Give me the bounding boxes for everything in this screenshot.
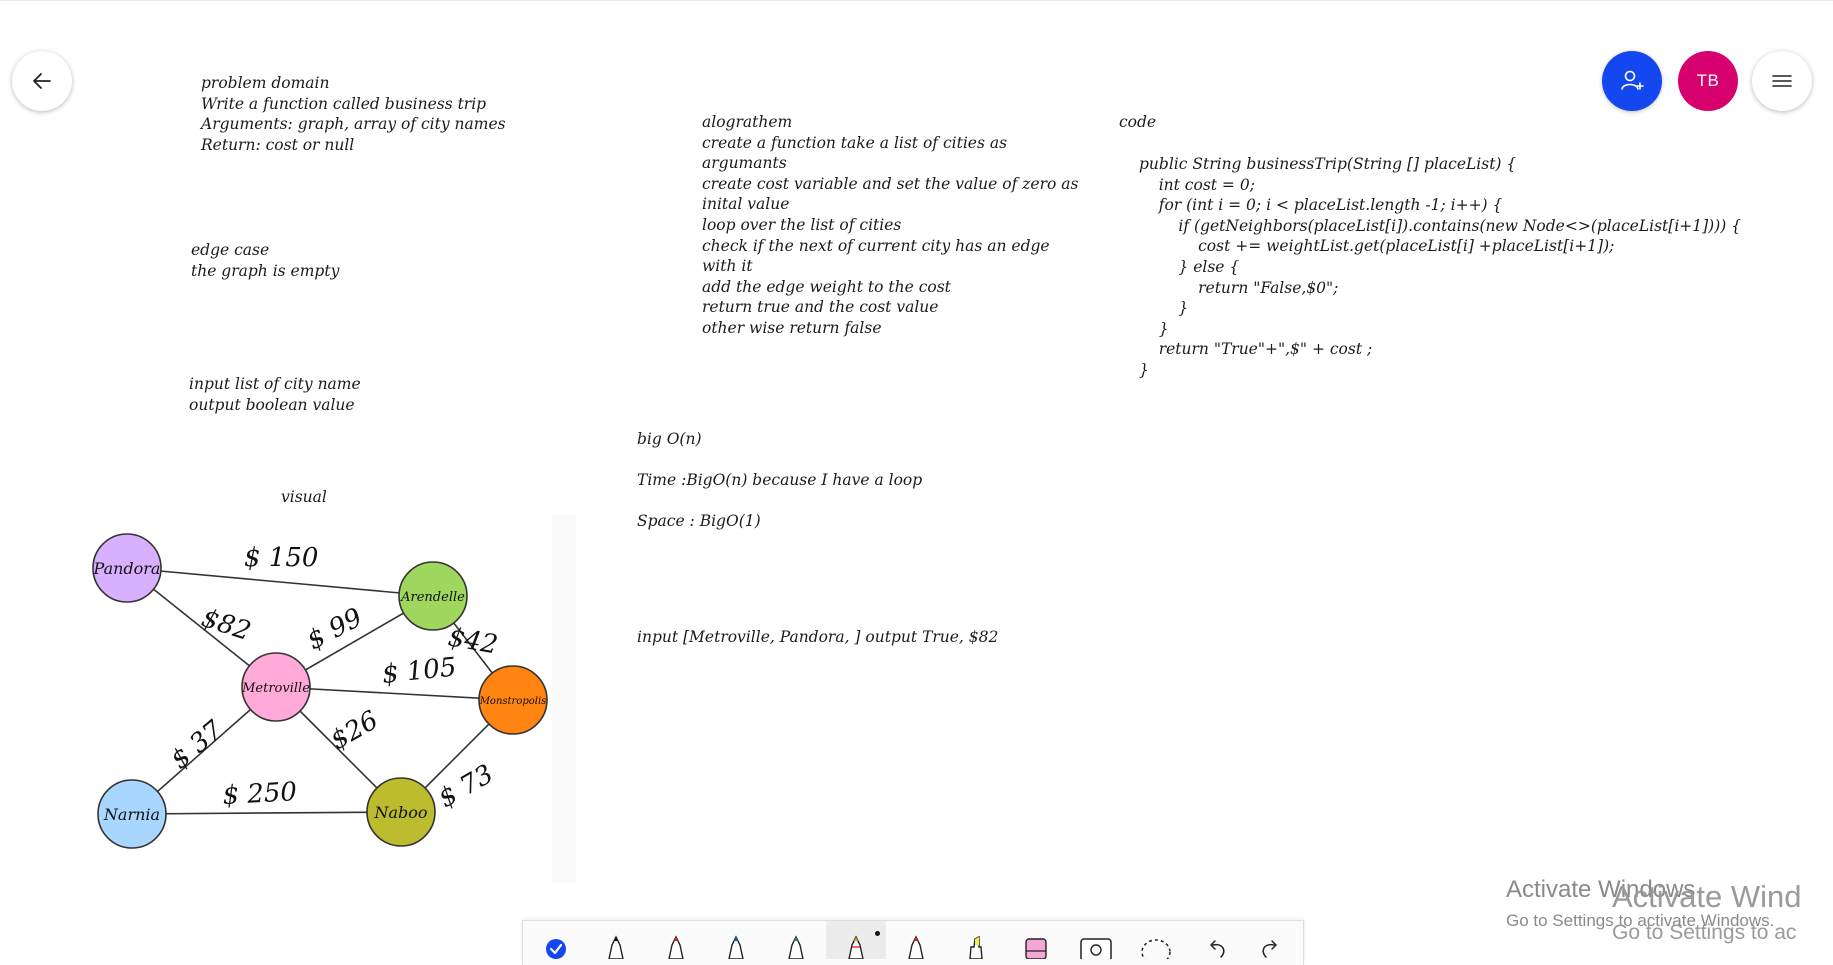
code-label: code <box>1119 113 1157 131</box>
node-label: Naboo <box>373 803 427 822</box>
weight-label: $ 73 <box>434 759 499 814</box>
edge-metroville-monstropolis <box>275 686 514 701</box>
arrow-left-icon <box>33 73 51 89</box>
edge-case-note: edge case the graph is empty <box>191 241 340 280</box>
algorithm-note: alograthem create a function take a list… <box>702 113 1079 337</box>
weight-label: $26 <box>326 705 384 756</box>
node-monstropolis: Monstropolis <box>478 665 548 735</box>
highlighter-button[interactable] <box>946 921 1006 959</box>
city-graph: $ 150 $82 $ 99 $42 $ 105 $ 37 $26 $ 250 … <box>92 533 548 849</box>
menu-button[interactable] <box>1752 51 1812 111</box>
pen-green-button[interactable] <box>766 921 826 959</box>
weight-label: $82 <box>198 603 254 647</box>
edge-narnia-naboo <box>131 811 402 815</box>
time-complexity-note: Time :BigO(n) because I have a loop <box>637 471 923 489</box>
pen-rainbow-icon <box>848 935 864 959</box>
undo-button[interactable] <box>1186 921 1246 959</box>
visual-label: visual <box>281 488 327 506</box>
redo-button[interactable] <box>1241 921 1301 959</box>
pen-rainbow-button[interactable] <box>826 921 886 959</box>
activation-watermark-ghost-title: Activate Wind <box>1612 879 1802 914</box>
back-button[interactable] <box>12 51 72 111</box>
redo-icon <box>1262 940 1277 958</box>
node-label: Metroville <box>241 681 310 696</box>
input-output-note: input list of city name output boolean v… <box>189 375 361 414</box>
avatar-initials: TB <box>1696 71 1720 90</box>
node-label: Pandora <box>93 559 161 578</box>
eraser-button[interactable] <box>1006 921 1066 959</box>
window-top-border <box>0 0 1833 1</box>
select-check-icon <box>546 939 566 959</box>
node-metroville: Metroville <box>241 652 311 722</box>
node-label: Narnia <box>103 805 160 824</box>
example-note: input [Metroville, Pandora, ] output Tru… <box>637 628 999 646</box>
weight-label: $ 99 <box>302 603 367 657</box>
add-person-icon <box>1621 70 1644 90</box>
pen-red-icon <box>668 935 684 959</box>
pen-red-button[interactable] <box>886 921 946 959</box>
share-button[interactable] <box>1602 51 1662 111</box>
weight-label: $ 250 <box>222 777 298 811</box>
node-label: Monstropolis <box>479 696 547 707</box>
problem-domain-note: problem domain Write a function called b… <box>201 74 506 154</box>
pen-red-icon <box>908 935 924 959</box>
pen-black-button[interactable] <box>586 921 646 959</box>
node-arendelle: Arendelle <box>398 561 468 631</box>
hamburger-menu-icon <box>1772 75 1792 87</box>
pen-blue-icon <box>728 935 744 959</box>
big-o-note: big O(n) <box>637 430 702 448</box>
code-snippet: public String businessTrip(String [] pla… <box>1139 155 1742 379</box>
space-complexity-note: Space : BigO(1) <box>637 512 761 530</box>
select-tool-button[interactable] <box>526 921 586 959</box>
weight-label: $ 150 <box>244 543 318 573</box>
eraser-icon <box>1025 938 1047 959</box>
lasso-icon <box>1141 939 1171 959</box>
highlighter-yellow-icon <box>969 935 983 959</box>
undo-icon <box>1210 940 1225 958</box>
image-icon <box>1080 938 1112 959</box>
activation-watermark-ghost-subtitle: Go to Settings to ac <box>1612 921 1797 944</box>
pen-red-button[interactable] <box>646 921 706 959</box>
weight-label: $ 105 <box>381 652 458 690</box>
pen-blue-button[interactable] <box>706 921 766 959</box>
insert-image-button[interactable] <box>1066 921 1126 959</box>
ink-toolbar <box>522 920 1304 965</box>
user-avatar[interactable]: TB <box>1678 51 1738 111</box>
node-pandora: Pandora <box>92 533 162 603</box>
active-tool-indicator <box>875 931 880 936</box>
node-label: Arendelle <box>400 590 465 605</box>
lasso-select-button[interactable] <box>1126 921 1186 959</box>
node-narnia: Narnia <box>97 779 167 849</box>
weight-label: $ 37 <box>165 715 229 775</box>
pen-green-icon <box>788 935 804 959</box>
pen-black-icon <box>608 935 624 959</box>
node-naboo: Naboo <box>366 777 436 847</box>
